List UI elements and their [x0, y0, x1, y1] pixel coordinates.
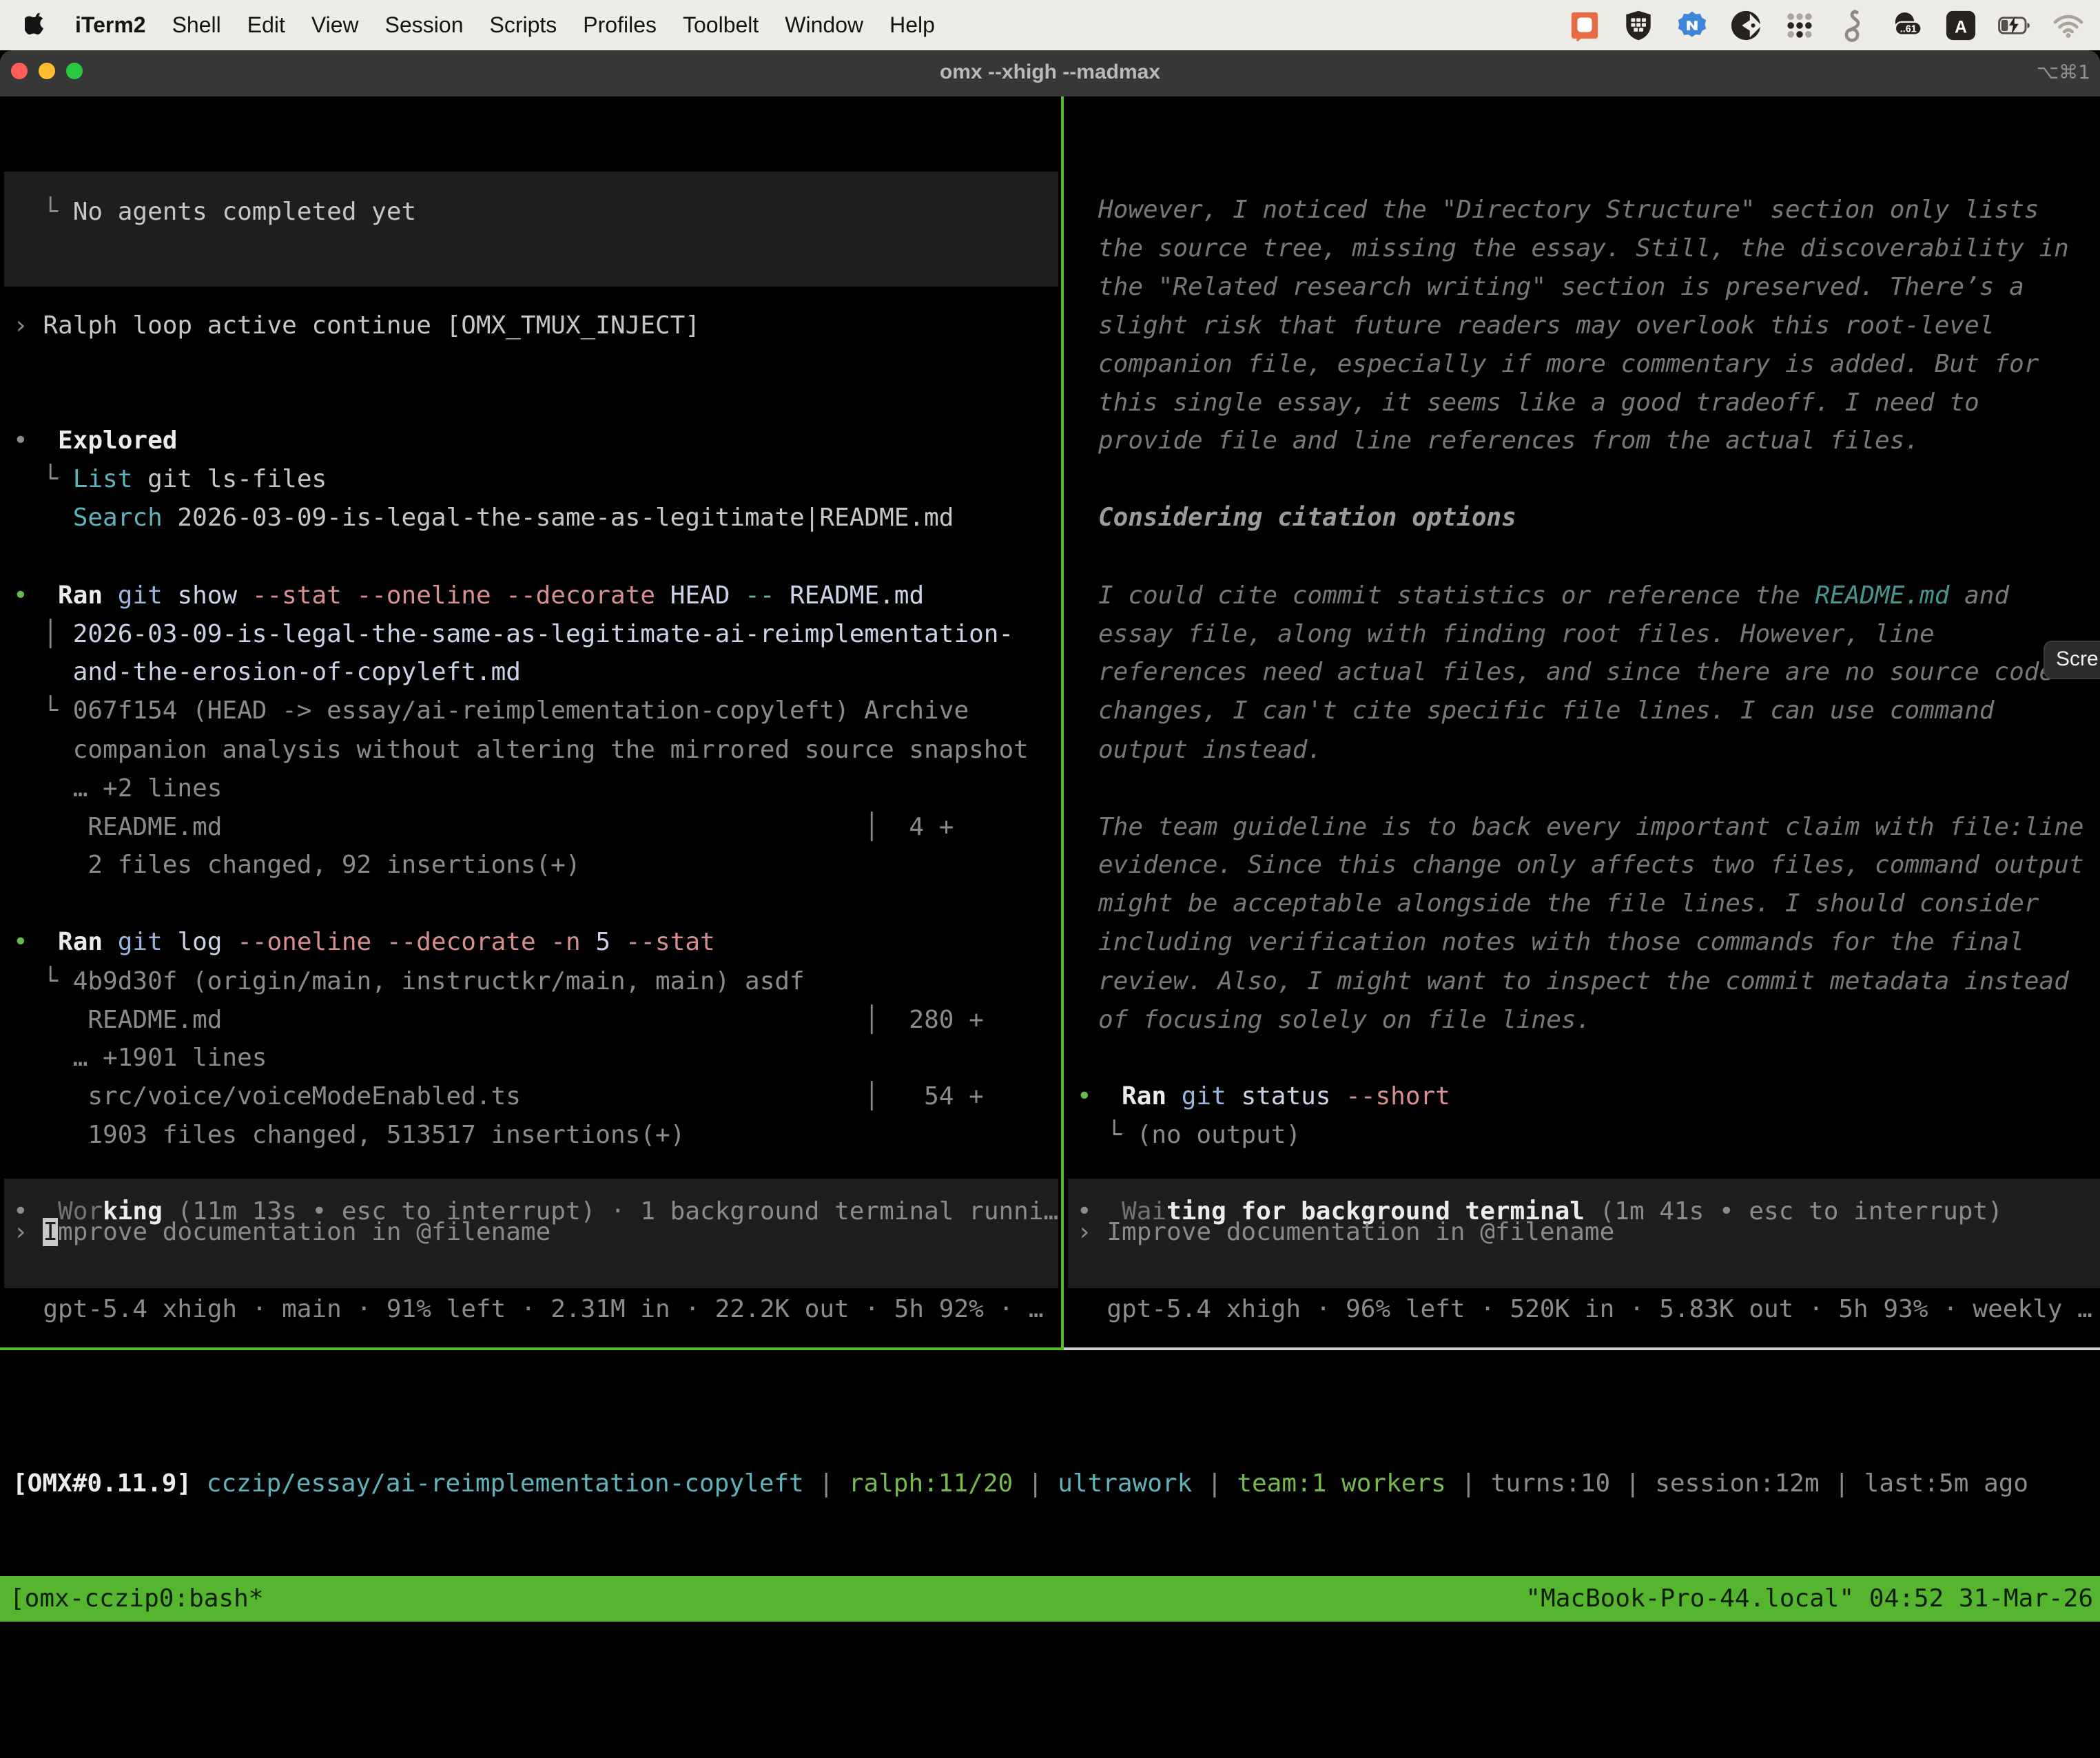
terminal-line: and-the-erosion-of-copyleft.md: [13, 653, 521, 692]
terminal-line: I could cite commit statistics or refere…: [1098, 577, 2009, 615]
terminal-line: README.md │ 4 +: [13, 808, 954, 847]
screen-edge-tooltip: Scre: [2044, 641, 2100, 679]
prompt-input-text: › Improve documentation in @filename: [13, 1213, 550, 1252]
terminal-line: … +1901 lines: [13, 1039, 267, 1077]
pane-divider-vertical[interactable]: [1061, 96, 1064, 1350]
terminal-line: › Ralph loop active continue [OMX_TMUX_I…: [13, 307, 700, 345]
tmux-session-label: [omx-cczip0:bash*: [10, 1576, 263, 1622]
terminal-line: gpt-5.4 xhigh · 96% left · 520K in · 5.8…: [1077, 1290, 2092, 1329]
input-source-label: A: [1955, 17, 1967, 37]
terminal-line: provide file and line references from th…: [1098, 422, 1919, 460]
terminal-line: The team guideline is to back every impo…: [1098, 808, 2083, 847]
wifi-icon[interactable]: [2052, 9, 2085, 42]
terminal-line: review. Also, I might want to inspect th…: [1098, 962, 2069, 1001]
terminal-line: references need actual files, and since …: [1098, 653, 2054, 692]
terminal-line: might be acceptable alongside the file l…: [1098, 885, 2039, 923]
tmux-pane-left: └ No agents completed yet › Ralph loop ac…: [0, 96, 1061, 1347]
chat-badge-icon[interactable]: [1568, 9, 1601, 42]
terminal-line: companion file, especially if more comme…: [1098, 345, 2039, 384]
battery-percent-badge-icon[interactable]: ..61: [1891, 9, 1924, 42]
omx-status-line: [OMX#0.11.9] cczip/essay/ai-reimplementa…: [12, 1465, 2028, 1503]
terminal-line: • Ran git log --oneline --decorate -n 5 …: [13, 923, 715, 962]
battery-charging-icon[interactable]: [1998, 9, 2031, 42]
tmux-status-bar: [omx-cczip0:bash* "MacBook-Pro-44.local"…: [0, 1576, 2100, 1622]
menu-item-edit[interactable]: Edit: [234, 12, 298, 38]
terminal-line: However, I noticed the "Directory Struct…: [1098, 191, 2039, 229]
terminal-line: this single essay, it seems like a good …: [1098, 384, 1979, 422]
tmux-pane-right: However, I noticed the "Directory Struct…: [1064, 96, 2100, 1347]
terminal-line: changes, I can't cite specific file line…: [1098, 692, 1994, 730]
terminal-line: gpt-5.4 xhigh · main · 91% left · 2.31M …: [13, 1290, 1044, 1329]
terminal-line: • Ran git status --short: [1077, 1077, 1450, 1116]
terminal-content: └ No agents completed yet › Ralph loop ac…: [0, 96, 2100, 1538]
bolt-badge-icon[interactable]: [1676, 9, 1709, 42]
terminal-line: of focusing solely on file lines.: [1098, 1001, 1591, 1040]
terminal-line: └ List git ls-files: [13, 460, 327, 499]
input-source-icon[interactable]: A: [1944, 9, 1977, 42]
window-shortcut-badge: ⌥⌘1: [2037, 50, 2090, 96]
menu-bar-left: iTerm2ShellEditViewSessionScriptsProfile…: [0, 12, 948, 39]
menu-item-window[interactable]: Window: [772, 12, 876, 38]
terminal-line: the source tree, missing the essay. Stil…: [1098, 229, 2069, 268]
menu-item-help[interactable]: Help: [876, 12, 948, 38]
terminal-line: └ 067f154 (HEAD -> essay/ai-reimplementa…: [13, 692, 969, 730]
terminal-line: • Explored: [13, 422, 177, 460]
menu-bar: iTerm2ShellEditViewSessionScriptsProfile…: [0, 0, 2100, 50]
menu-item-iterm2[interactable]: iTerm2: [62, 12, 159, 38]
menu-item-scripts[interactable]: Scripts: [476, 12, 570, 38]
terminal-line: README.md │ 280 +: [13, 1001, 984, 1040]
terminal-line: Search 2026-03-09-is-legal-the-same-as-l…: [13, 499, 954, 537]
terminal-line: including verification notes with those …: [1098, 923, 2024, 962]
menu-item-profiles[interactable]: Profiles: [570, 12, 670, 38]
menu-item-toolbelt[interactable]: Toolbelt: [670, 12, 772, 38]
battery-percent-label: ..61: [1900, 23, 1917, 34]
apple-logo-icon[interactable]: [21, 12, 52, 39]
tmux-host-clock-label: "MacBook-Pro-44.local" 04:52 31-Mar-26: [1525, 1576, 2093, 1622]
window-title: omx --xhigh --madmax: [0, 50, 2100, 96]
menu-item-shell[interactable]: Shell: [159, 12, 234, 38]
menu-item-session[interactable]: Session: [372, 12, 477, 38]
menu-bar-status-icons: ..61 A: [1568, 9, 2100, 42]
terminal-line: └ No agents completed yet: [13, 193, 416, 231]
terminal-line: Considering citation options: [1098, 499, 1516, 537]
terminal-line: • Ran git show --stat --oneline --decora…: [13, 577, 924, 615]
squiggle-icon[interactable]: [1837, 9, 1870, 42]
shield-grid-icon[interactable]: [1622, 9, 1655, 42]
terminal-line: │ 2026-03-09-is-legal-the-same-as-legiti…: [13, 615, 1013, 654]
dots-grid-icon[interactable]: [1783, 9, 1816, 42]
prompt-input-text: › Improve documentation in @filename: [1077, 1213, 1614, 1252]
terminal-line: output instead.: [1098, 731, 1322, 769]
terminal-line: slight risk that future readers may over…: [1098, 307, 1994, 345]
terminal-line: 1903 files changed, 513517 insertions(+): [13, 1116, 685, 1155]
terminal-line: src/voice/voiceModeEnabled.ts │ 54 +: [13, 1077, 984, 1116]
terminal-line: evidence. Since this change only affects…: [1098, 846, 2083, 885]
menu-item-view[interactable]: View: [298, 12, 372, 38]
terminal-line: … +2 lines: [13, 769, 222, 808]
terminal-line: 2 files changed, 92 insertions(+): [13, 846, 581, 885]
terminal-line: companion analysis without altering the …: [13, 731, 1029, 769]
terminal-line: essay file, along with finding root file…: [1098, 615, 1935, 654]
terminal-line: the "Related research writing" section i…: [1098, 268, 2024, 307]
terminal-line: └ (no output): [1077, 1116, 1301, 1155]
terminal-line: └ 4b9d30f (origin/main, instructkr/main,…: [13, 962, 805, 1001]
omx-status-bar: [OMX#0.11.9] cczip/essay/ai-reimplementa…: [0, 1347, 2100, 1576]
circle-chevron-icon[interactable]: [1729, 9, 1762, 42]
